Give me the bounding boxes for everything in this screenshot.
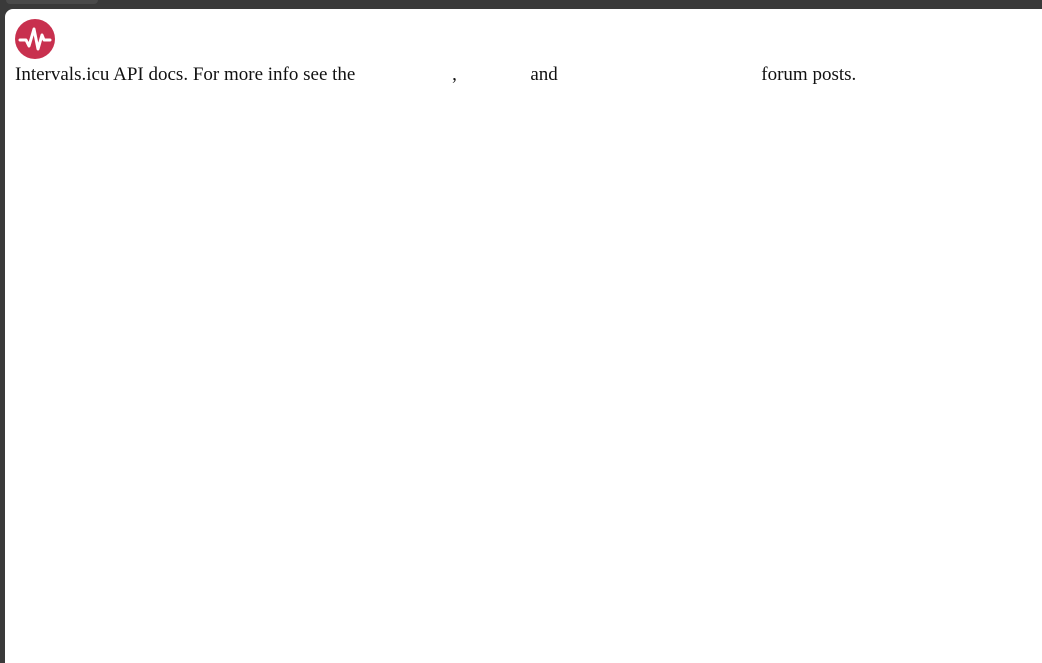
heartbeat-pulse-icon xyxy=(15,19,55,59)
browser-top-strip xyxy=(0,0,1042,9)
intro-text-start: Intervals.icu API docs. For more info se… xyxy=(15,64,356,85)
intro-and: and xyxy=(530,64,558,85)
forum-link-2[interactable] xyxy=(462,64,526,84)
forum-link-1[interactable] xyxy=(360,64,452,84)
browser-tab-edge xyxy=(6,0,98,4)
api-docs-intro: Intervals.icu API docs. For more info se… xyxy=(15,64,856,86)
intro-comma: , xyxy=(452,64,457,85)
forum-link-3[interactable] xyxy=(563,64,757,84)
intervals-logo xyxy=(15,19,55,59)
page-content: Intervals.icu API docs. For more info se… xyxy=(5,9,1042,663)
intro-text-end: forum posts. xyxy=(761,64,857,85)
